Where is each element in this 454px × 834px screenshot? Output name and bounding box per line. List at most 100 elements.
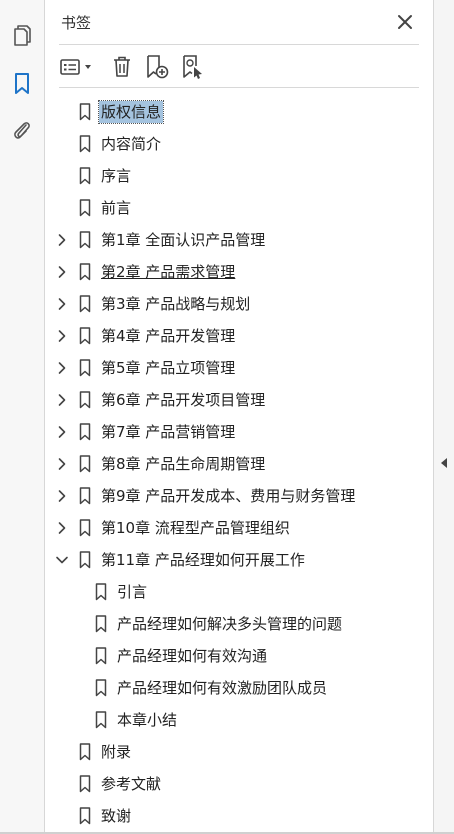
collapse-panel-button[interactable] <box>440 454 448 468</box>
bookmark-label: 第2章 产品需求管理 <box>101 263 236 281</box>
bookmark-icon <box>79 295 91 313</box>
bookmark-item[interactable]: 版权信息 <box>45 96 433 128</box>
bookmark-label: 第5章 产品立项管理 <box>101 359 236 377</box>
bookmark-icon <box>79 775 91 793</box>
bookmark-label: 第9章 产品开发成本、费用与财务管理 <box>101 487 356 505</box>
bookmark-icon <box>79 519 91 537</box>
bookmark-item[interactable]: 前言 <box>45 192 433 224</box>
bookmark-item[interactable]: 第4章 产品开发管理 <box>45 320 433 352</box>
chevron-right-icon[interactable] <box>55 329 69 343</box>
chevron-right-icon[interactable] <box>55 521 69 535</box>
bookmark-icon <box>79 487 91 505</box>
delete-bookmark-button[interactable] <box>109 54 135 80</box>
bookmark-label: 产品经理如何解决多头管理的问题 <box>117 615 343 633</box>
bookmark-label: 本章小结 <box>117 711 178 729</box>
new-bookmark-button[interactable] <box>143 54 171 80</box>
bookmark-label: 第8章 产品生命周期管理 <box>101 455 266 473</box>
bookmark-item[interactable]: 第2章 产品需求管理 <box>45 256 433 288</box>
chevron-down-icon[interactable] <box>55 553 69 567</box>
trash-icon <box>114 56 130 77</box>
bookmark-icon <box>79 263 91 281</box>
header-divider <box>59 44 419 45</box>
bookmark-subitem[interactable]: 产品经理如何有效沟通 <box>45 640 433 672</box>
pages-icon <box>14 25 31 46</box>
navigation-rail <box>0 0 45 834</box>
bookmarks-panel: 书签 版权信息 内容简介 序言 前言 第1章 全面认识产品管理 第2章 产品需求… <box>45 0 433 834</box>
bookmark-icon <box>95 615 107 633</box>
bookmark-item[interactable]: 第1章 全面认识产品管理 <box>45 224 433 256</box>
panel-splitter[interactable] <box>433 0 454 834</box>
options-menu-button[interactable] <box>59 54 97 80</box>
chevron-right-icon[interactable] <box>55 297 69 311</box>
bookmark-icon <box>95 711 107 729</box>
bookmark-label: 第7章 产品营销管理 <box>101 423 236 441</box>
bookmark-item[interactable]: 第3章 产品战略与规划 <box>45 288 433 320</box>
bookmark-label: 内容简介 <box>101 135 162 153</box>
paperclip-icon <box>14 122 30 139</box>
bookmark-item[interactable]: 第8章 产品生命周期管理 <box>45 448 433 480</box>
bookmark-icon <box>79 135 91 153</box>
chevron-right-icon[interactable] <box>55 361 69 375</box>
bookmark-label: 附录 <box>101 743 132 761</box>
triangle-left-icon <box>441 458 447 468</box>
bookmark-item[interactable]: 序言 <box>45 160 433 192</box>
bookmark-icon <box>79 199 91 217</box>
bookmark-tree: 版权信息内容简介序言前言第1章 全面认识产品管理 第2章 产品需求管理 第3章 产品… <box>45 96 433 832</box>
chevron-right-icon[interactable] <box>55 425 69 439</box>
pages-button[interactable] <box>8 22 36 50</box>
bookmark-icon <box>79 327 91 345</box>
bookmark-label: 第3章 产品战略与规划 <box>101 295 251 313</box>
bookmark-label: 第6章 产品开发项目管理 <box>101 391 266 409</box>
bookmark-label: 参考文献 <box>101 775 162 793</box>
bookmark-label: 产品经理如何有效沟通 <box>117 647 268 665</box>
bookmark-icon <box>79 231 91 249</box>
bookmark-icon <box>79 359 91 377</box>
bookmark-icon <box>95 583 107 601</box>
bookmark-item[interactable]: 第9章 产品开发成本、费用与财务管理 <box>45 480 433 512</box>
chevron-right-icon[interactable] <box>55 489 69 503</box>
bookmark-item[interactable]: 第5章 产品立项管理 <box>45 352 433 384</box>
chevron-right-icon[interactable] <box>55 233 69 247</box>
bookmark-label: 序言 <box>101 167 132 185</box>
bookmark-from-structure-button[interactable] <box>179 54 207 80</box>
close-icon <box>398 15 412 29</box>
bookmark-label: 第4章 产品开发管理 <box>101 327 236 345</box>
bookmark-item[interactable]: 第11章 产品经理如何开展工作 <box>45 544 433 576</box>
bookmark-icon <box>79 103 91 121</box>
attachments-button[interactable] <box>8 116 36 144</box>
bookmark-icon <box>79 455 91 473</box>
bookmark-icon <box>79 391 91 409</box>
bookmark-item[interactable]: 第7章 产品营销管理 <box>45 416 433 448</box>
bookmarks-toolbar <box>45 50 433 84</box>
new-bookmark-icon <box>147 55 169 79</box>
bookmark-label: 前言 <box>101 199 132 217</box>
bookmark-icon <box>95 679 107 697</box>
bookmark-icon <box>79 743 91 761</box>
bookmark-item[interactable]: 第6章 产品开发项目管理 <box>45 384 433 416</box>
bookmark-subitem[interactable]: 引言 <box>45 576 433 608</box>
bookmark-item[interactable]: 致谢 <box>45 800 433 832</box>
chevron-right-icon[interactable] <box>55 265 69 279</box>
bookmark-item[interactable]: 参考文献 <box>45 768 433 800</box>
chevron-right-icon[interactable] <box>55 457 69 471</box>
bookmark-icon <box>15 73 29 94</box>
bookmark-icon <box>79 423 91 441</box>
bookmark-label: 引言 <box>117 583 148 601</box>
toolbar-divider <box>59 87 419 88</box>
bookmark-subitem[interactable]: 产品经理如何有效激励团队成员 <box>45 672 433 704</box>
bookmark-subitem[interactable]: 产品经理如何解决多头管理的问题 <box>45 608 433 640</box>
panel-header: 书签 <box>45 0 433 46</box>
bookmark-label: 产品经理如何有效激励团队成员 <box>117 679 328 697</box>
close-panel-button[interactable] <box>395 12 415 32</box>
bookmark-icon <box>79 807 91 825</box>
bookmarks-button[interactable] <box>8 70 36 98</box>
bookmark-icon <box>79 167 91 185</box>
bookmark-item[interactable]: 内容简介 <box>45 128 433 160</box>
chevron-right-icon[interactable] <box>55 393 69 407</box>
bookmark-label: 版权信息 <box>97 100 165 124</box>
bookmark-subitem[interactable]: 本章小结 <box>45 704 433 736</box>
bookmark-item[interactable]: 附录 <box>45 736 433 768</box>
bookmark-item[interactable]: 第10章 流程型产品管理组织 <box>45 512 433 544</box>
bookmark-label: 第1章 全面认识产品管理 <box>101 231 266 249</box>
bookmark-label: 第10章 流程型产品管理组织 <box>101 519 290 537</box>
